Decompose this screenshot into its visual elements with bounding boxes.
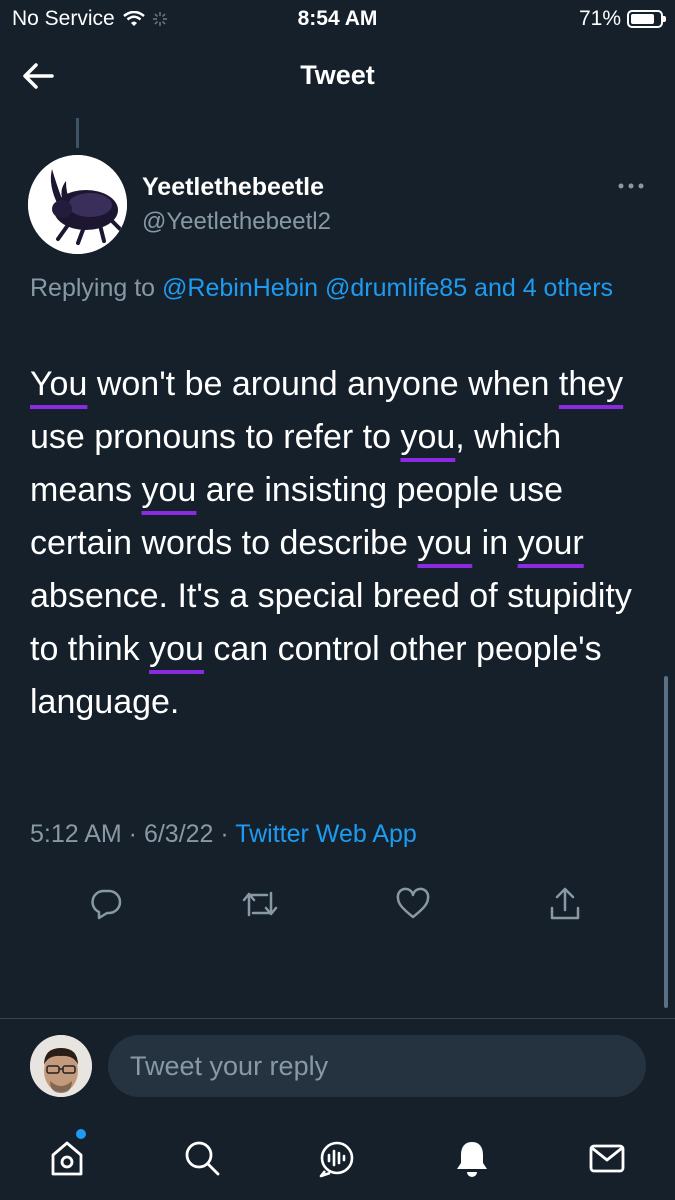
tab-home[interactable] [43,1134,91,1182]
nav-header: Tweet [0,40,675,112]
spaces-icon [319,1141,354,1178]
status-bar: No Service 8:54 AM 71% [0,0,675,38]
status-right: 71% [578,7,666,31]
battery-fill [631,14,654,24]
battery-percent: 71% [578,7,621,30]
more-icon [618,183,644,189]
battery-icon [627,10,666,28]
tweet-text: You won't be around anyone when they use… [30,358,655,729]
beetle-avatar-image [28,155,127,254]
user-avatar-image [30,1035,92,1097]
like-button[interactable] [389,880,437,928]
tab-notifications[interactable] [448,1134,496,1182]
pronoun-word: they [558,365,624,403]
tweet-meta: 5:12 AM · 6/3/22 · Twitter Web App [30,820,417,849]
replying-to-label: Replying to [30,274,163,302]
tab-bar [0,1120,675,1200]
author-name[interactable]: Yeetlethebeetle [142,173,324,202]
reply-button[interactable] [82,880,130,928]
tweet-source[interactable]: Twitter Web App [235,820,417,848]
tweet-date: 6/3/22 [143,820,214,848]
tab-messages[interactable] [583,1134,631,1182]
pronoun-word: You [30,365,88,403]
thread-line [76,118,79,148]
pronoun-word: your [517,524,584,562]
pronoun-word: you [400,418,456,456]
pronoun-word: you [149,630,204,668]
status-time: 8:54 AM [297,7,378,30]
tweet-text-segment: in [472,524,518,562]
tab-spaces[interactable] [313,1134,361,1182]
notifications-icon [457,1142,487,1177]
search-icon [185,1141,220,1176]
composer-divider [0,1018,675,1019]
pronoun-word: you [417,524,473,562]
retweet-button[interactable] [236,880,284,928]
retweet-icon [242,891,278,917]
home-icon [51,1141,83,1176]
meta-separator: · [213,820,236,848]
reply-icon [91,889,122,920]
user-avatar[interactable] [30,1035,92,1097]
share-icon [550,887,580,920]
tweet-text-segment: won't be around anyone when [87,365,559,403]
scroll-indicator[interactable] [664,676,668,1008]
home-notification-dot [76,1129,86,1139]
tweet-time: 5:12 AM [30,820,122,848]
more-button[interactable] [614,176,648,196]
author-avatar[interactable] [28,155,127,254]
tab-search[interactable] [178,1134,226,1182]
tweet-actions [0,880,675,930]
share-button[interactable] [541,880,589,928]
replying-to-mentions[interactable]: @RebinHebin @drumlife85 and 4 others [162,274,613,302]
author-handle[interactable]: @Yeetlethebeetl2 [142,208,331,236]
reply-input[interactable]: Tweet your reply [108,1035,646,1097]
tweet-text-segment: use pronouns to refer to [30,418,401,456]
replying-to: Replying to @RebinHebin @drumlife85 and … [30,268,640,308]
like-icon [396,887,430,919]
pronoun-word: you [141,471,197,509]
messages-icon [589,1144,625,1173]
page-title: Tweet [300,60,375,90]
meta-separator: · [121,820,144,848]
